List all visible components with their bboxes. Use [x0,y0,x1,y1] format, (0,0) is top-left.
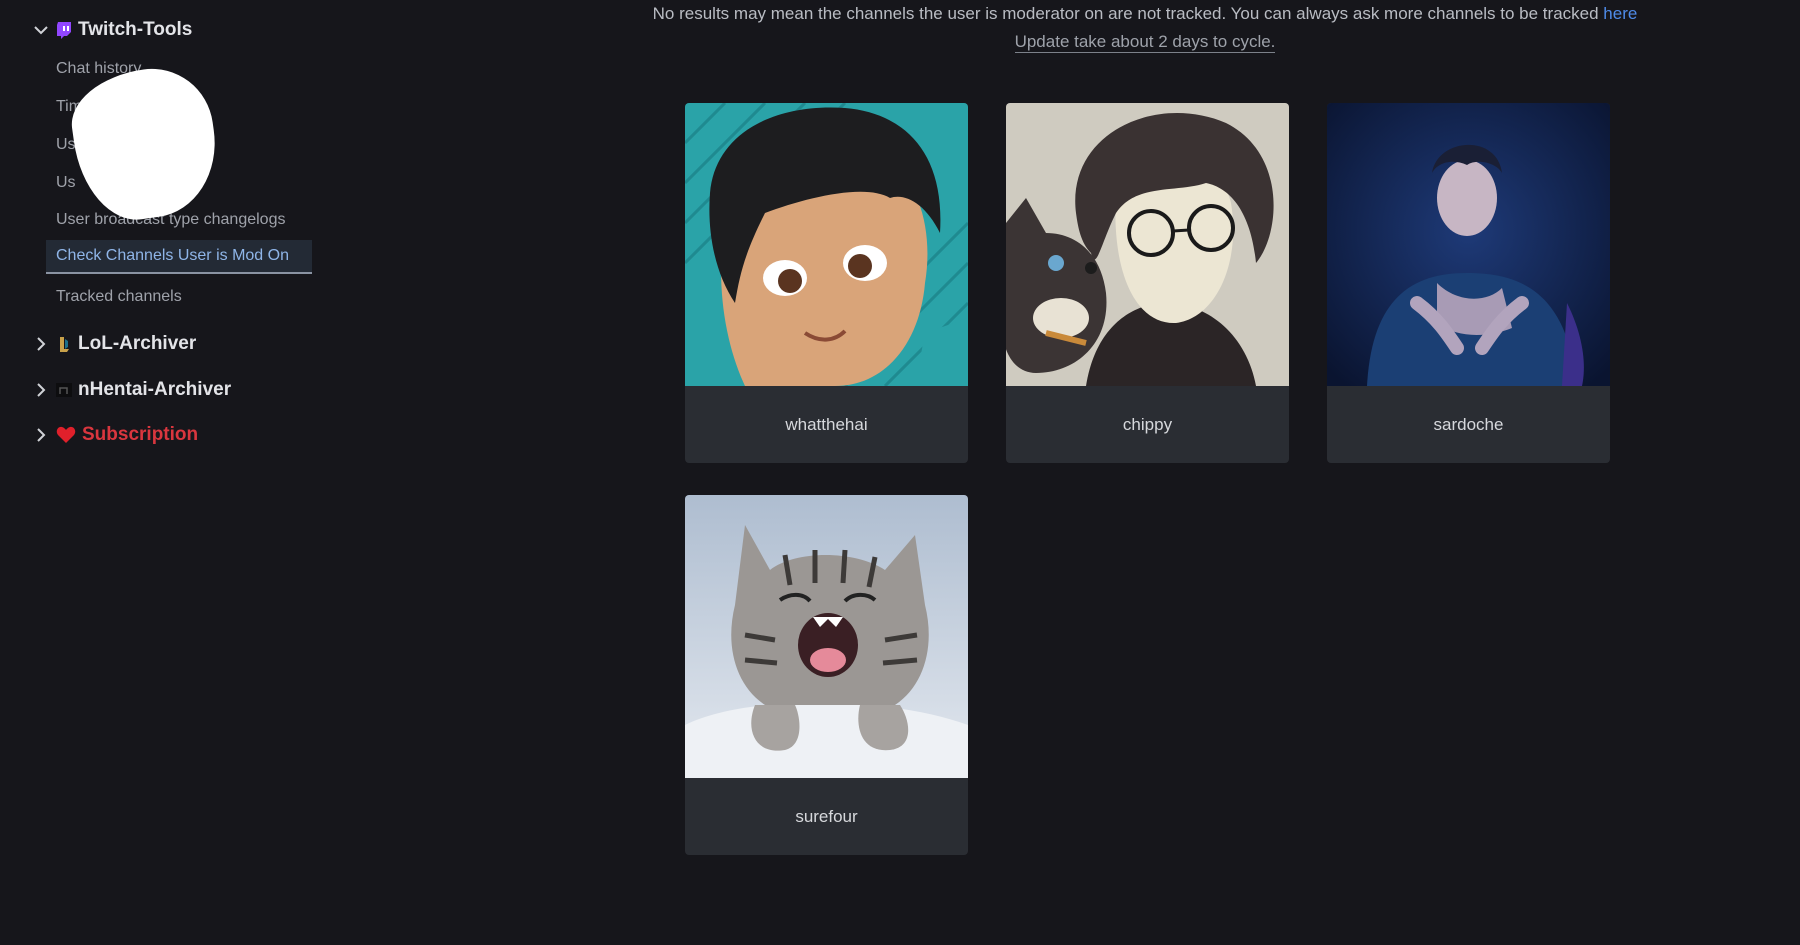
sidebar-section-label: nHentai-Archiver [78,379,232,400]
request-tracking-link[interactable]: here [1603,4,1637,23]
channel-card-chippy[interactable]: chippy [1006,103,1289,463]
sidebar-section-lol-archiver[interactable]: LoL-Archiver [32,331,196,357]
heart-icon [56,426,76,444]
sidebar-item-tracked-channels[interactable]: Tracked channels [46,280,182,314]
chevron-down-icon [32,21,50,39]
sidebar: Twitch-Tools Chat history Tim Us logs Us… [0,0,360,945]
channel-avatar-surefour [685,495,968,778]
sidebar-item-label: Tracked channels [56,288,182,305]
chevron-right-icon [32,426,50,444]
sidebar-section-subscription[interactable]: Subscription [32,422,198,448]
channel-name: surefour [795,806,858,826]
notice-text: No results may mean the channels the use… [560,0,1730,56]
channel-avatar-sardoche [1327,103,1610,386]
channel-card-sardoche[interactable]: sardoche [1327,103,1610,463]
channel-avatar-chippy [1006,103,1289,386]
sidebar-section-label: LoL-Archiver [78,333,197,354]
twitch-icon [56,21,72,39]
sidebar-item-check-channels-mod[interactable]: Check Channels User is Mod On [46,240,312,274]
channel-avatar-whatthehai [685,103,968,386]
sidebar-section-nhentai-archiver[interactable]: nHentai-Archiver [32,377,231,403]
channel-card-surefour[interactable]: surefour [685,495,968,855]
sidebar-section-twitch-tools[interactable]: Twitch-Tools [32,17,192,43]
nhentai-icon [56,381,72,399]
lol-icon [56,335,72,353]
sidebar-section-label: Twitch-Tools [78,19,193,40]
sidebar-item-label: Check Channels User is Mod On [56,247,289,264]
sidebar-section-label: Subscription [82,424,199,445]
chevron-right-icon [32,381,50,399]
notice-message: No results may mean the channels the use… [652,4,1599,23]
channel-card-whatthehai[interactable]: whatthehai [685,103,968,463]
update-cycle-note: Update take about 2 days to cycle. [1014,32,1276,53]
chevron-right-icon [32,335,50,353]
channel-name: sardoche [1433,414,1504,434]
channel-name: whatthehai [785,414,868,434]
channel-name: chippy [1122,414,1173,434]
